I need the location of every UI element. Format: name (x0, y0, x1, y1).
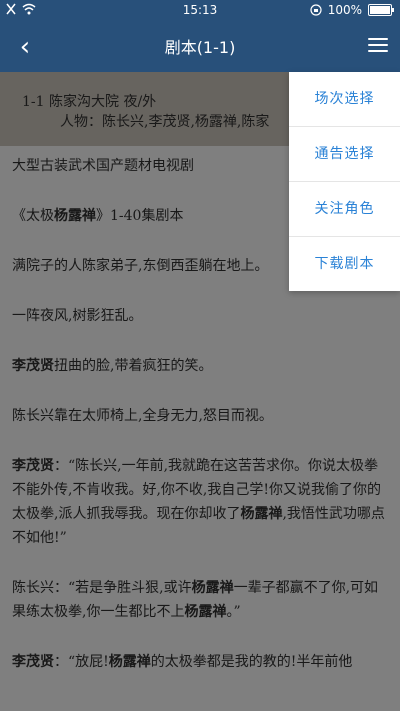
status-bar: 15:13 100% (0, 0, 400, 22)
menu-item-notice-select[interactable]: 通告选择 (289, 127, 400, 182)
menu-item-scene-select[interactable]: 场次选择 (289, 72, 400, 127)
page-title: 剧本(1-1) (164, 38, 236, 57)
menu-item-download-script[interactable]: 下载剧本 (289, 237, 400, 291)
menu-icon[interactable] (368, 36, 388, 54)
dropdown-menu: 场次选择 通告选择 关注角色 下载剧本 (289, 72, 400, 291)
status-right: 100% (310, 3, 394, 17)
rotation-lock-icon (310, 4, 322, 16)
battery-icon (368, 4, 394, 16)
app-header: 15:13 100% ‹ 剧本(1-1) (0, 0, 400, 72)
nav-bar: ‹ 剧本(1-1) (0, 22, 400, 72)
battery-percent: 100% (327, 3, 362, 17)
menu-item-follow-role[interactable]: 关注角色 (289, 182, 400, 237)
